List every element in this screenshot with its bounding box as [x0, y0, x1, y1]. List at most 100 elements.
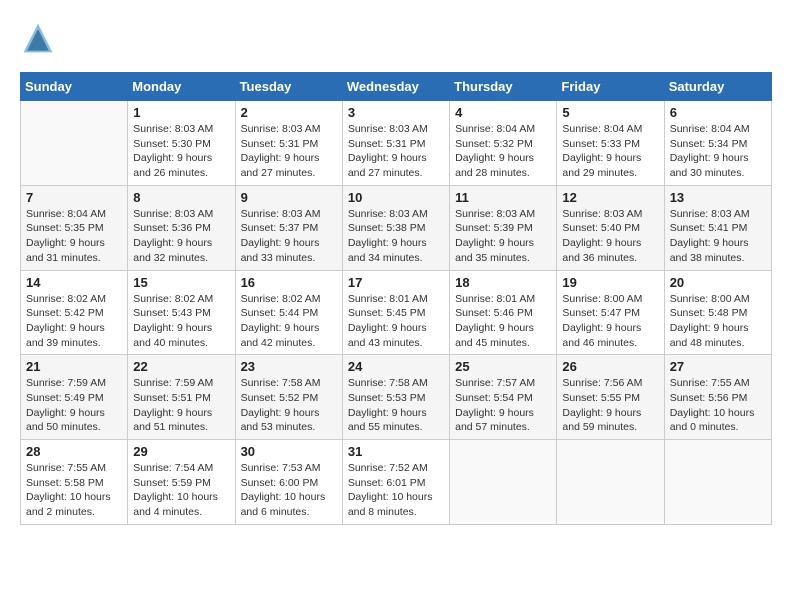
day-cell: 12 Sunrise: 8:03 AMSunset: 5:40 PMDayligh… [557, 185, 664, 270]
day-number: 25 [455, 359, 551, 374]
day-number: 4 [455, 105, 551, 120]
day-info: Sunrise: 8:01 AMSunset: 5:46 PMDaylight:… [455, 292, 551, 351]
day-info: Sunrise: 8:03 AMSunset: 5:31 PMDaylight:… [348, 122, 444, 181]
day-cell: 25 Sunrise: 7:57 AMSunset: 5:54 PMDayligh… [450, 355, 557, 440]
day-number: 11 [455, 190, 551, 205]
day-cell: 27 Sunrise: 7:55 AMSunset: 5:56 PMDayligh… [664, 355, 771, 440]
weekday-header-sunday: Sunday [21, 73, 128, 101]
day-info: Sunrise: 8:04 AMSunset: 5:32 PMDaylight:… [455, 122, 551, 181]
day-info: Sunrise: 7:55 AMSunset: 5:58 PMDaylight:… [26, 461, 122, 520]
day-number: 20 [670, 275, 766, 290]
day-number: 9 [241, 190, 337, 205]
day-cell: 22 Sunrise: 7:59 AMSunset: 5:51 PMDayligh… [128, 355, 235, 440]
day-cell: 13Sunrise: 8:03 AMSunset: 5:41 PMDayligh… [664, 185, 771, 270]
day-cell [21, 101, 128, 186]
day-cell: 24 Sunrise: 7:58 AMSunset: 5:53 PMDayligh… [342, 355, 449, 440]
day-info: Sunrise: 7:59 AMSunset: 5:49 PMDaylight:… [26, 376, 122, 435]
day-number: 15 [133, 275, 229, 290]
day-number: 7 [26, 190, 122, 205]
day-number: 26 [562, 359, 658, 374]
day-number: 1 [133, 105, 229, 120]
day-info: Sunrise: 8:00 AMSunset: 5:48 PMDaylight:… [670, 292, 766, 351]
weekday-header-row: SundayMondayTuesdayWednesdayThursdayFrid… [21, 73, 772, 101]
day-cell: 11Sunrise: 8:03 AMSunset: 5:39 PMDayligh… [450, 185, 557, 270]
day-number: 16 [241, 275, 337, 290]
weekday-header-tuesday: Tuesday [235, 73, 342, 101]
day-info: Sunrise: 8:04 AMSunset: 5:35 PMDaylight:… [26, 207, 122, 266]
day-number: 19 [562, 275, 658, 290]
day-cell: 5 Sunrise: 8:04 AMSunset: 5:33 PMDaylight… [557, 101, 664, 186]
day-number: 12 [562, 190, 658, 205]
day-info: Sunrise: 8:03 AMSunset: 5:40 PMDaylight:… [562, 207, 658, 266]
day-number: 10 [348, 190, 444, 205]
day-cell: 20 Sunrise: 8:00 AMSunset: 5:48 PMDayligh… [664, 270, 771, 355]
day-info: Sunrise: 8:04 AMSunset: 5:34 PMDaylight:… [670, 122, 766, 181]
week-row-2: 7 Sunrise: 8:04 AMSunset: 5:35 PMDaylight… [21, 185, 772, 270]
day-cell [557, 440, 664, 525]
day-cell: 16Sunrise: 8:02 AMSunset: 5:44 PMDayligh… [235, 270, 342, 355]
day-info: Sunrise: 8:03 AMSunset: 5:36 PMDaylight:… [133, 207, 229, 266]
day-info: Sunrise: 7:57 AMSunset: 5:54 PMDaylight:… [455, 376, 551, 435]
day-number: 24 [348, 359, 444, 374]
day-number: 27 [670, 359, 766, 374]
day-info: Sunrise: 8:03 AMSunset: 5:37 PMDaylight:… [241, 207, 337, 266]
day-cell [664, 440, 771, 525]
day-cell: 26 Sunrise: 7:56 AMSunset: 5:55 PMDayligh… [557, 355, 664, 440]
day-info: Sunrise: 8:04 AMSunset: 5:33 PMDaylight:… [562, 122, 658, 181]
day-number: 22 [133, 359, 229, 374]
day-cell: 6 Sunrise: 8:04 AMSunset: 5:34 PMDaylight… [664, 101, 771, 186]
day-cell: 18 Sunrise: 8:01 AMSunset: 5:46 PMDayligh… [450, 270, 557, 355]
day-info: Sunrise: 8:03 AMSunset: 5:30 PMDaylight:… [133, 122, 229, 181]
day-number: 6 [670, 105, 766, 120]
day-cell: 7 Sunrise: 8:04 AMSunset: 5:35 PMDaylight… [21, 185, 128, 270]
weekday-header-thursday: Thursday [450, 73, 557, 101]
day-cell: 21 Sunrise: 7:59 AMSunset: 5:49 PMDayligh… [21, 355, 128, 440]
day-number: 8 [133, 190, 229, 205]
day-cell: 28 Sunrise: 7:55 AMSunset: 5:58 PMDayligh… [21, 440, 128, 525]
week-row-1: 1 Sunrise: 8:03 AMSunset: 5:30 PMDaylight… [21, 101, 772, 186]
week-row-4: 21 Sunrise: 7:59 AMSunset: 5:49 PMDayligh… [21, 355, 772, 440]
day-info: Sunrise: 7:54 AMSunset: 5:59 PMDaylight:… [133, 461, 229, 520]
day-info: Sunrise: 8:03 AMSunset: 5:31 PMDaylight:… [241, 122, 337, 181]
logo-icon [20, 20, 56, 56]
day-cell: 10 Sunrise: 8:03 AMSunset: 5:38 PMDayligh… [342, 185, 449, 270]
day-number: 17 [348, 275, 444, 290]
logo [20, 20, 62, 56]
header [20, 20, 772, 56]
day-number: 2 [241, 105, 337, 120]
day-number: 5 [562, 105, 658, 120]
day-number: 30 [241, 444, 337, 459]
day-cell: 9 Sunrise: 8:03 AMSunset: 5:37 PMDaylight… [235, 185, 342, 270]
day-info: Sunrise: 8:03 AMSunset: 5:41 PMDaylight:… [670, 207, 766, 266]
day-cell: 2 Sunrise: 8:03 AMSunset: 5:31 PMDaylight… [235, 101, 342, 186]
day-cell: 17Sunrise: 8:01 AMSunset: 5:45 PMDayligh… [342, 270, 449, 355]
day-info: Sunrise: 7:52 AMSunset: 6:01 PMDaylight:… [348, 461, 444, 520]
day-cell: 3Sunrise: 8:03 AMSunset: 5:31 PMDaylight… [342, 101, 449, 186]
day-cell: 19Sunrise: 8:00 AMSunset: 5:47 PMDayligh… [557, 270, 664, 355]
day-info: Sunrise: 7:53 AMSunset: 6:00 PMDaylight:… [241, 461, 337, 520]
weekday-header-wednesday: Wednesday [342, 73, 449, 101]
day-info: Sunrise: 7:59 AMSunset: 5:51 PMDaylight:… [133, 376, 229, 435]
day-number: 14 [26, 275, 122, 290]
day-info: Sunrise: 7:56 AMSunset: 5:55 PMDaylight:… [562, 376, 658, 435]
day-cell [450, 440, 557, 525]
calendar: SundayMondayTuesdayWednesdayThursdayFrid… [20, 72, 772, 525]
day-info: Sunrise: 8:02 AMSunset: 5:43 PMDaylight:… [133, 292, 229, 351]
day-info: Sunrise: 7:58 AMSunset: 5:53 PMDaylight:… [348, 376, 444, 435]
day-cell: 23Sunrise: 7:58 AMSunset: 5:52 PMDayligh… [235, 355, 342, 440]
day-number: 18 [455, 275, 551, 290]
day-cell: 30 Sunrise: 7:53 AMSunset: 6:00 PMDayligh… [235, 440, 342, 525]
day-cell: 14 Sunrise: 8:02 AMSunset: 5:42 PMDayligh… [21, 270, 128, 355]
weekday-header-friday: Friday [557, 73, 664, 101]
day-info: Sunrise: 7:55 AMSunset: 5:56 PMDaylight:… [670, 376, 766, 435]
day-info: Sunrise: 8:02 AMSunset: 5:42 PMDaylight:… [26, 292, 122, 351]
day-number: 21 [26, 359, 122, 374]
day-cell: 8 Sunrise: 8:03 AMSunset: 5:36 PMDaylight… [128, 185, 235, 270]
week-row-3: 14 Sunrise: 8:02 AMSunset: 5:42 PMDayligh… [21, 270, 772, 355]
day-cell: 1 Sunrise: 8:03 AMSunset: 5:30 PMDaylight… [128, 101, 235, 186]
day-info: Sunrise: 8:03 AMSunset: 5:38 PMDaylight:… [348, 207, 444, 266]
day-number: 28 [26, 444, 122, 459]
day-number: 31 [348, 444, 444, 459]
day-number: 23 [241, 359, 337, 374]
weekday-header-monday: Monday [128, 73, 235, 101]
